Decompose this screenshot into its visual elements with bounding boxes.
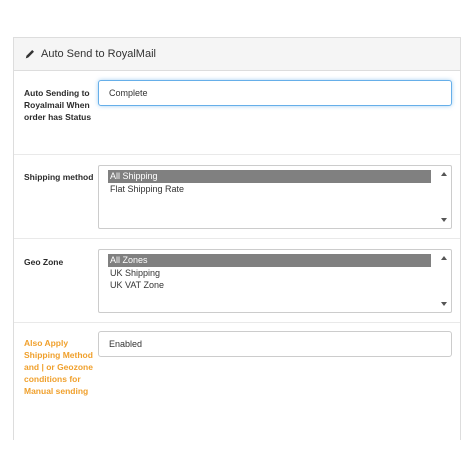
also-apply-value: Enabled xyxy=(109,339,143,349)
geo-zone-listbox[interactable]: All Zones UK Shipping UK VAT Zone xyxy=(98,249,452,313)
geo-option-all[interactable]: All Zones xyxy=(108,254,431,267)
panel-heading: Auto Send to RoyalMail xyxy=(14,38,460,71)
geo-option-uk-vat[interactable]: UK VAT Zone xyxy=(108,279,431,292)
also-apply-row: Also Apply Shipping Method and | or Geoz… xyxy=(14,322,460,441)
geo-option-uk-shipping[interactable]: UK Shipping xyxy=(108,267,431,280)
also-apply-label: Also Apply Shipping Method and | or Geoz… xyxy=(24,338,93,396)
also-apply-select[interactable]: Enabled xyxy=(98,331,452,357)
geo-zone-label: Geo Zone xyxy=(24,257,64,267)
auto-status-input[interactable]: Complete xyxy=(98,80,452,106)
auto-status-value: Complete xyxy=(109,88,148,98)
auto-status-row: Auto Sending to Royalmail When order has… xyxy=(14,72,460,154)
geo-zone-row: Geo Zone All Zones UK Shipping UK VAT Zo… xyxy=(14,238,460,322)
scroll-up-icon[interactable] xyxy=(441,172,447,176)
shipping-method-row: Shipping method All Shipping Flat Shippi… xyxy=(14,154,460,238)
scroll-down-icon[interactable] xyxy=(441,218,447,222)
royalmail-panel: Auto Send to RoyalMail Auto Sending to R… xyxy=(13,37,461,440)
shipping-method-label: Shipping method xyxy=(24,172,94,182)
scroll-down-icon[interactable] xyxy=(441,302,447,306)
pencil-icon xyxy=(24,48,36,60)
auto-status-label: Auto Sending to Royalmail When order has… xyxy=(24,88,92,122)
panel-title: Auto Send to RoyalMail xyxy=(41,48,156,60)
shipping-option-all[interactable]: All Shipping xyxy=(108,170,431,183)
shipping-option-flat[interactable]: Flat Shipping Rate xyxy=(108,183,431,196)
shipping-method-listbox[interactable]: All Shipping Flat Shipping Rate xyxy=(98,165,452,229)
scroll-up-icon[interactable] xyxy=(441,256,447,260)
